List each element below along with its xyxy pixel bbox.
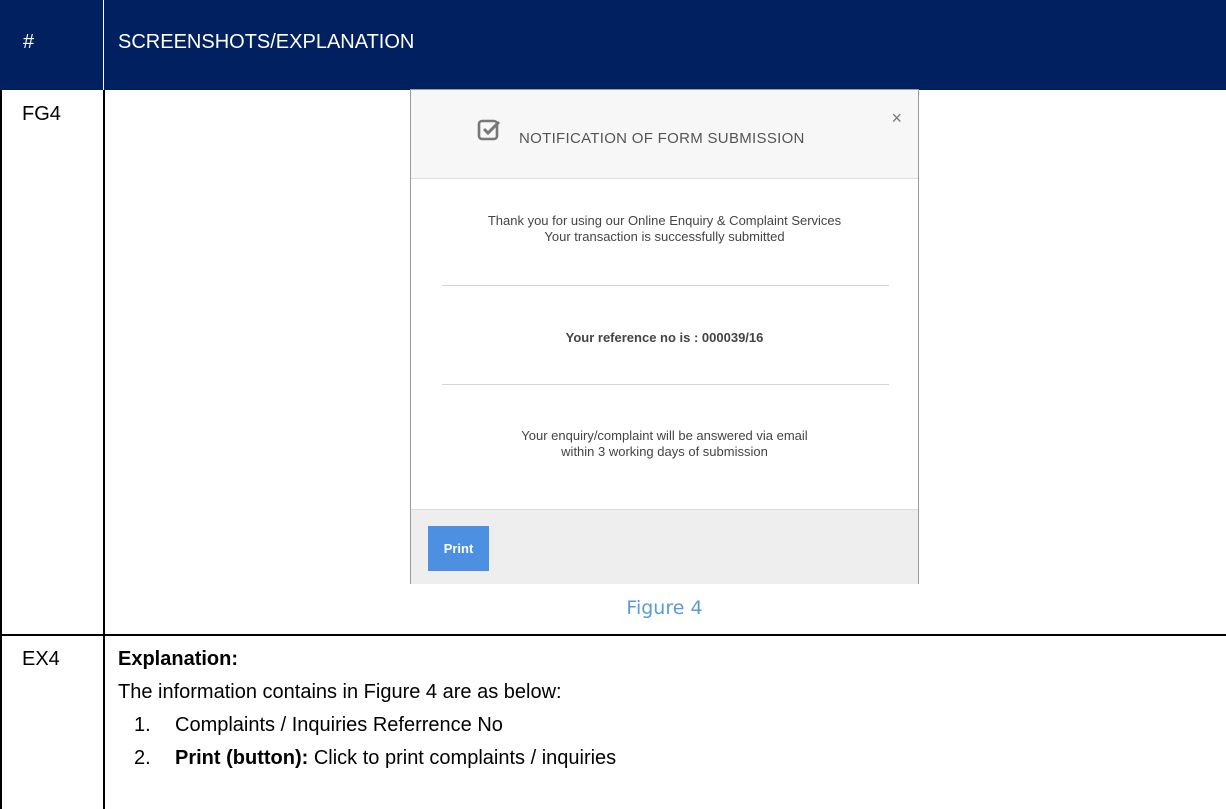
notification-dialog: NOTIFICATION OF FORM SUBMISSION × Thank … bbox=[410, 89, 919, 584]
dialog-title: NOTIFICATION OF FORM SUBMISSION bbox=[519, 130, 805, 147]
dialog-divider bbox=[442, 285, 889, 286]
answer-line-1: Your enquiry/complaint will be answered … bbox=[521, 428, 808, 443]
list-item-text: Click to print complaints / inquiries bbox=[308, 747, 617, 769]
list-item-bold-label: Print (button): bbox=[175, 747, 309, 769]
list-item-number: 1. bbox=[134, 714, 151, 736]
table-border-left bbox=[0, 90, 2, 809]
explanation-list: 1. Complaints / Inquiries Referrence No 2… bbox=[118, 714, 616, 780]
header-number-column: # bbox=[23, 31, 35, 53]
figure-caption: Figure 4 bbox=[626, 597, 703, 619]
thank-line-2: Your transaction is successfully submitt… bbox=[544, 229, 785, 244]
close-icon[interactable]: × bbox=[891, 108, 902, 129]
explanation-intro: The information contains in Figure 4 are… bbox=[118, 681, 562, 703]
explanation-block: Explanation: The information contains in… bbox=[118, 648, 616, 780]
list-item-number: 2. bbox=[134, 747, 151, 769]
row-label-fg: FG4 bbox=[22, 103, 61, 125]
list-item-text: Complaints / Inquiries Referrence No bbox=[175, 714, 503, 736]
header-divider bbox=[103, 0, 104, 90]
header-title: SCREENSHOTS/EXPLANATION bbox=[118, 31, 415, 53]
table-header-row: # SCREENSHOTS/EXPLANATION bbox=[0, 0, 1226, 90]
explanation-title: Explanation: bbox=[118, 648, 239, 670]
dialog-thank-you-text: Thank you for using our Online Enquiry &… bbox=[411, 213, 918, 245]
table-column-divider bbox=[103, 90, 105, 809]
row-label-ex: EX4 bbox=[22, 648, 60, 670]
dialog-divider bbox=[442, 384, 889, 385]
answer-line-2: within 3 working days of submission bbox=[561, 444, 768, 459]
thank-line-1: Thank you for using our Online Enquiry &… bbox=[487, 213, 842, 228]
dialog-header: NOTIFICATION OF FORM SUBMISSION × bbox=[411, 90, 918, 179]
reference-number: Your reference no is : 000039/16 bbox=[565, 330, 764, 345]
dialog-footer: Print bbox=[411, 509, 918, 584]
list-item: 1. Complaints / Inquiries Referrence No bbox=[118, 714, 616, 747]
dialog-answer-text: Your enquiry/complaint will be answered … bbox=[411, 428, 918, 460]
document-table: # SCREENSHOTS/EXPLANATION FG4 EX4 NOTIFI… bbox=[0, 0, 1226, 809]
print-button[interactable]: Print bbox=[428, 526, 489, 571]
table-row-divider bbox=[0, 634, 1226, 636]
list-item: 2. Print (button): Click to print complai… bbox=[118, 747, 616, 780]
check-square-icon bbox=[477, 119, 501, 141]
